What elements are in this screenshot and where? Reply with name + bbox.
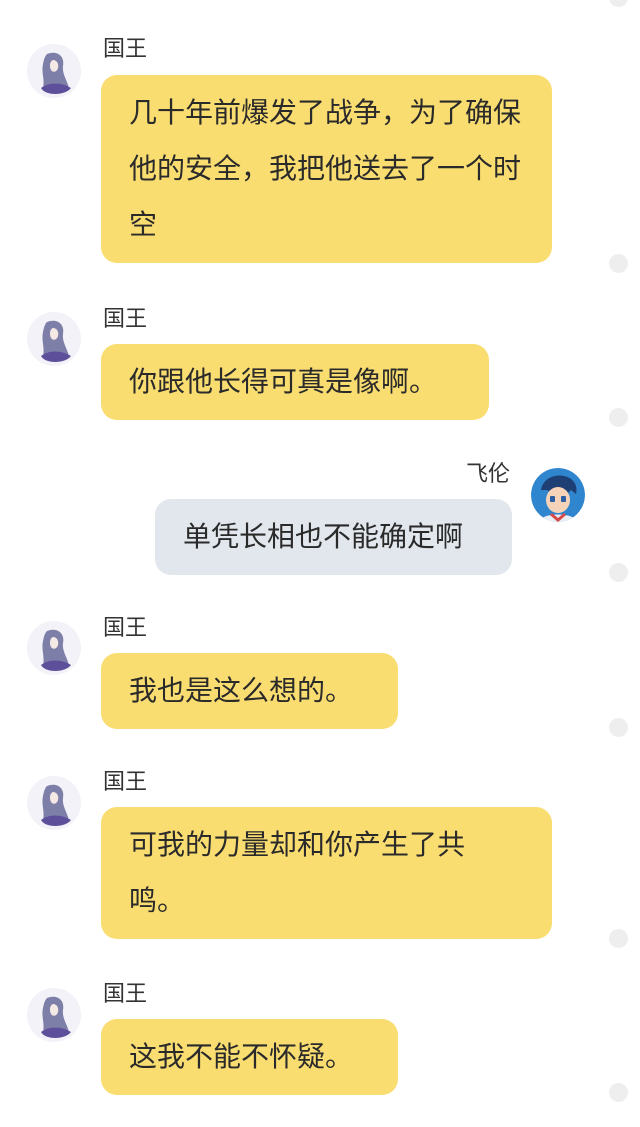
dot-icon[interactable] <box>609 1083 628 1102</box>
feilun-avatar-icon[interactable] <box>531 468 585 522</box>
message-bubble[interactable]: 单凭长相也不能确定啊 <box>155 499 512 575</box>
king-avatar-icon[interactable] <box>27 312 81 366</box>
sender-name: 飞伦 <box>466 462 511 487</box>
message-bubble[interactable]: 这我不能不怀疑。 <box>101 1019 398 1095</box>
dot-icon[interactable] <box>609 408 628 427</box>
sender-name: 国王 <box>103 616 148 641</box>
chat-window: 国王 几十年前爆发了战争，为了确保他的安全，我把他送去了一个时空 国王 你跟他长… <box>0 0 640 1127</box>
king-avatar-icon[interactable] <box>27 776 81 830</box>
sender-name: 国王 <box>103 37 148 62</box>
sender-name: 国王 <box>103 770 148 795</box>
dot-icon[interactable] <box>609 254 628 273</box>
message-bubble[interactable]: 你跟他长得可真是像啊。 <box>101 344 489 420</box>
message-bubble[interactable]: 我也是这么想的。 <box>101 653 398 729</box>
dot-icon[interactable] <box>609 0 628 7</box>
king-avatar-icon[interactable] <box>27 988 81 1042</box>
sender-name: 国王 <box>103 307 148 332</box>
king-avatar-icon[interactable] <box>27 44 81 98</box>
message-bubble[interactable]: 可我的力量却和你产生了共鸣。 <box>101 807 552 939</box>
sender-name: 国王 <box>103 982 148 1007</box>
dot-icon[interactable] <box>609 563 628 582</box>
dot-icon[interactable] <box>609 929 628 948</box>
dot-icon[interactable] <box>609 718 628 737</box>
message-bubble[interactable]: 几十年前爆发了战争，为了确保他的安全，我把他送去了一个时空 <box>101 75 552 263</box>
king-avatar-icon[interactable] <box>27 621 81 675</box>
